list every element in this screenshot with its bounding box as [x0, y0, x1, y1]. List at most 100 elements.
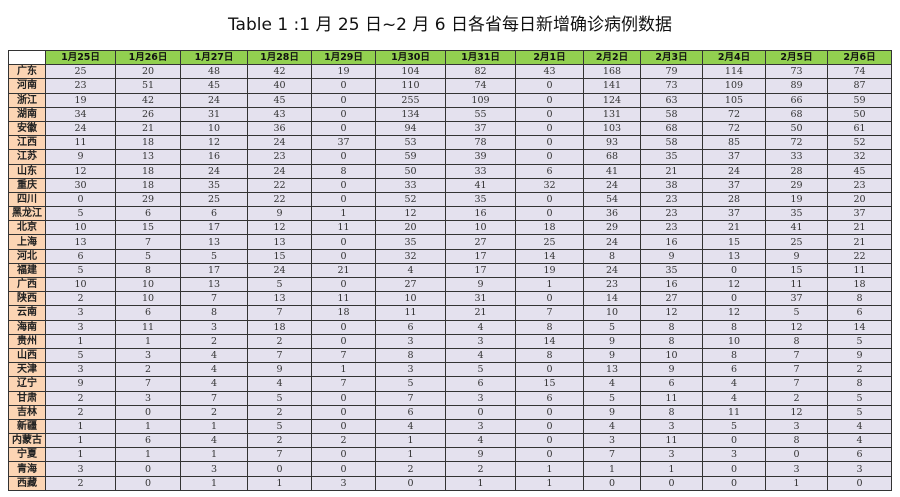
value-cell: 3 [115, 347, 181, 364]
value-cell: 16 [180, 149, 248, 165]
value-cell: 7 [311, 376, 376, 392]
province-cell: 广西 [8, 276, 46, 293]
value-cell: 13 [247, 291, 312, 307]
province-cell: 海南 [8, 319, 46, 335]
value-cell: 41 [583, 163, 641, 179]
value-cell: 24 [247, 163, 312, 179]
value-cell: 2 [445, 461, 516, 477]
value-cell: 131 [583, 106, 641, 122]
value-cell: 37 [702, 206, 766, 222]
value-cell: 6 [515, 163, 584, 179]
value-cell: 1 [515, 461, 584, 477]
province-cell: 四川 [8, 191, 46, 208]
value-cell: 72 [702, 120, 766, 137]
value-cell: 0 [640, 475, 703, 491]
value-cell: 20 [827, 191, 892, 208]
value-cell: 1 [311, 206, 376, 222]
value-cell: 5 [115, 248, 181, 264]
value-cell: 4 [702, 390, 766, 406]
value-cell: 29 [583, 220, 641, 236]
value-cell: 0 [311, 106, 376, 122]
value-cell: 28 [765, 163, 828, 179]
value-cell: 1 [115, 447, 181, 463]
value-cell: 9 [640, 248, 703, 264]
value-cell: 10 [115, 276, 181, 293]
province-cell: 广东 [8, 64, 46, 80]
corner-cell [8, 49, 46, 66]
value-cell: 25 [45, 64, 116, 80]
value-cell: 45 [827, 163, 892, 179]
value-cell: 35 [180, 177, 248, 193]
value-cell: 37 [702, 149, 766, 165]
value-cell: 8 [515, 319, 584, 335]
value-cell: 1 [311, 362, 376, 378]
value-cell: 1 [445, 475, 516, 491]
value-cell: 9 [583, 404, 641, 420]
value-cell: 10 [115, 291, 181, 307]
province-cell: 山西 [8, 347, 46, 364]
value-cell: 12 [247, 220, 312, 236]
value-cell: 16 [640, 276, 703, 293]
value-cell: 9 [45, 376, 116, 392]
column-header: 1月30日 [375, 49, 446, 66]
value-cell: 13 [702, 248, 766, 264]
value-cell: 40 [247, 78, 312, 94]
value-cell: 7 [375, 390, 446, 406]
value-cell: 0 [702, 475, 766, 491]
value-cell: 7 [583, 447, 641, 463]
value-cell: 4 [247, 376, 312, 392]
province-cell: 宁夏 [8, 447, 46, 463]
value-cell: 53 [375, 135, 446, 151]
value-cell: 63 [640, 92, 703, 108]
value-cell: 26 [115, 106, 181, 122]
value-cell: 23 [640, 191, 703, 208]
value-cell: 3 [640, 447, 703, 463]
value-cell: 4 [445, 347, 516, 364]
value-cell: 0 [515, 149, 584, 165]
value-cell: 0 [311, 120, 376, 137]
value-cell: 6 [180, 206, 248, 222]
value-cell: 2 [827, 362, 892, 378]
value-cell: 2 [45, 390, 116, 406]
value-cell: 42 [247, 64, 312, 80]
value-cell: 35 [765, 206, 828, 222]
value-cell: 0 [515, 120, 584, 137]
value-cell: 0 [115, 475, 181, 491]
value-cell: 37 [311, 135, 376, 151]
value-cell: 24 [583, 262, 641, 279]
value-cell: 21 [827, 234, 892, 250]
value-cell: 18 [515, 220, 584, 236]
value-cell: 72 [765, 135, 828, 151]
value-cell: 12 [640, 305, 703, 321]
value-cell: 1 [115, 333, 181, 349]
province-cell: 陕西 [8, 291, 46, 307]
value-cell: 7 [115, 234, 181, 250]
value-cell: 22 [247, 177, 312, 193]
value-cell: 5 [247, 418, 312, 435]
value-cell: 1 [765, 475, 828, 491]
value-cell: 9 [247, 206, 312, 222]
value-cell: 11 [702, 404, 766, 420]
value-cell: 13 [180, 276, 248, 293]
value-cell: 0 [515, 92, 584, 108]
value-cell: 6 [445, 376, 516, 392]
value-cell: 110 [375, 78, 446, 94]
value-cell: 13 [180, 234, 248, 250]
value-cell: 14 [515, 333, 584, 349]
value-cell: 0 [311, 404, 376, 420]
value-cell: 50 [827, 106, 892, 122]
value-cell: 82 [445, 64, 516, 80]
province-cell: 江西 [8, 135, 46, 151]
value-cell: 109 [445, 92, 516, 108]
province-cell: 福建 [8, 262, 46, 279]
table-row: 辽宁 9 7 4 4 7 5 6 15 4 6 4 7 8 [8, 376, 892, 392]
province-cell: 山东 [8, 163, 46, 179]
value-cell: 0 [311, 248, 376, 264]
value-cell: 0 [583, 475, 641, 491]
value-cell: 5 [702, 418, 766, 435]
value-cell: 16 [640, 234, 703, 250]
value-cell: 0 [311, 191, 376, 208]
province-cell: 河南 [8, 78, 46, 94]
value-cell: 93 [583, 135, 641, 151]
value-cell: 0 [311, 333, 376, 349]
